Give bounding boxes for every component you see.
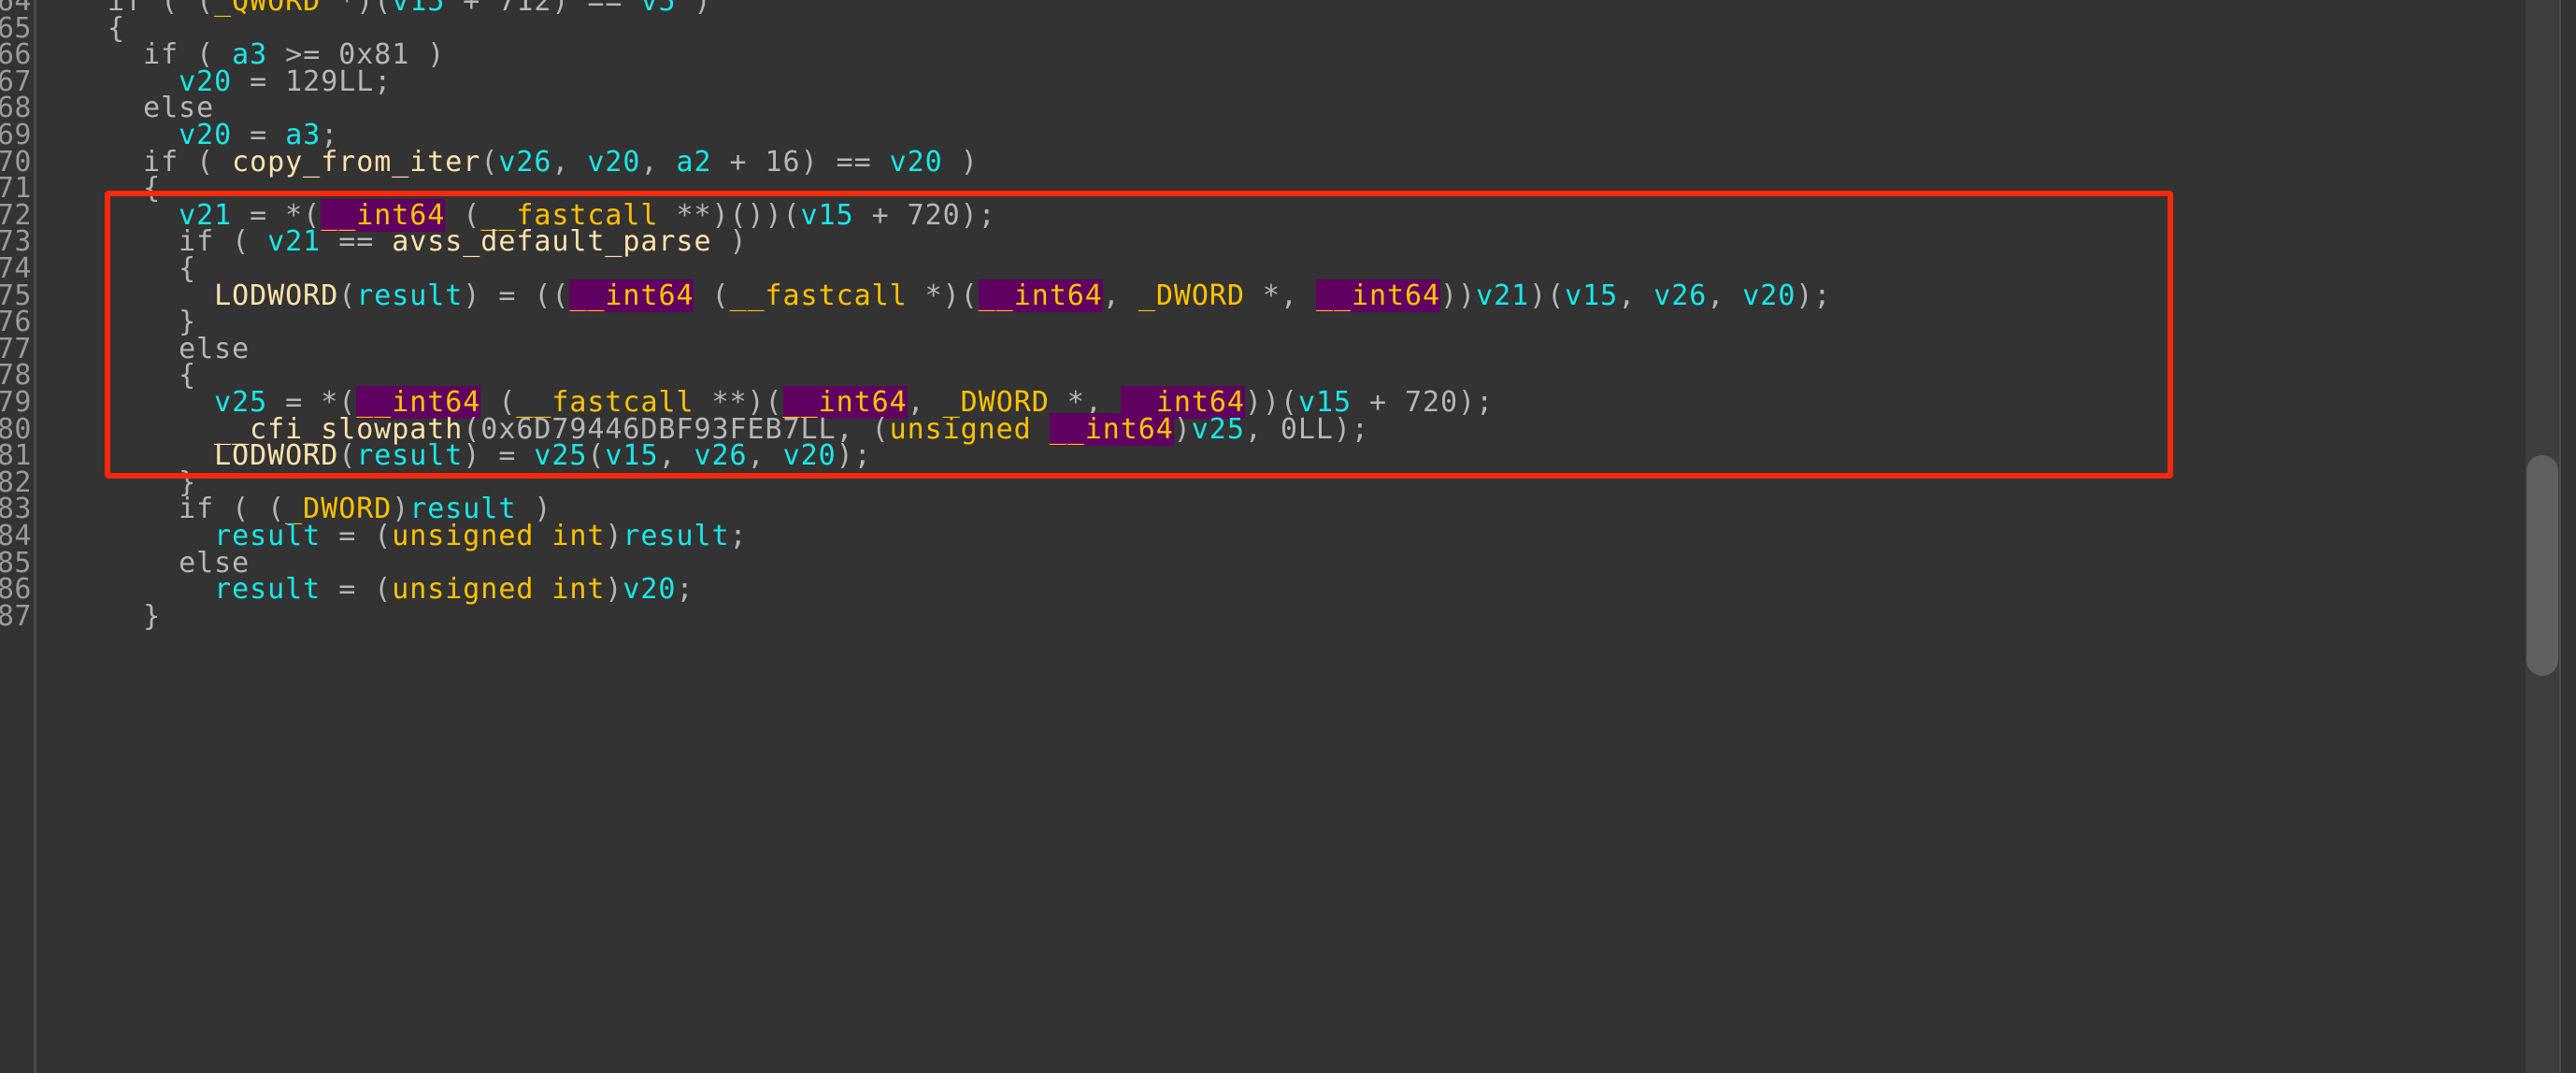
code-token: v20 — [782, 439, 837, 473]
code-token: v20 — [889, 145, 943, 179]
code-token: result — [356, 279, 464, 312]
code-token: v25 — [1191, 412, 1245, 446]
right-divider — [2559, 0, 2561, 1073]
code-token: avss_default_parse — [392, 225, 712, 259]
code-line[interactable]: LODWORD(result) = ((__int64 (__fastcall … — [36, 279, 1831, 312]
code-token: , — [747, 439, 783, 473]
code-token: )) — [1440, 279, 1477, 312]
code-token: ; — [676, 573, 694, 607]
code-token: = ( — [321, 520, 393, 552]
decompiler-pseudocode-window: if ( (_QWORD *)(v15 + 712) == v5 ) { if … — [0, 0, 2576, 1073]
vertical-scrollbar-thumb[interactable] — [2526, 455, 2558, 676]
code-token: a2 — [676, 145, 712, 179]
code-token: __int64 — [1315, 279, 1441, 312]
code-token: ( — [694, 279, 730, 312]
line-number-gutter: 64 65 66 67 68 69 70 71 72 73 74 75 76 77 78 79 80 81 82 83… — [0, 0, 34, 1073]
code-token: result — [214, 573, 322, 607]
code-token: v20 — [587, 145, 641, 179]
code-token: + 720); — [1351, 386, 1495, 419]
code-token: v15 — [1565, 279, 1619, 312]
code-token: v5 — [640, 0, 677, 18]
code-token: copy_from_iter — [232, 145, 481, 179]
code-token: , — [658, 439, 694, 473]
code-token: ( — [587, 439, 606, 473]
code-token: result — [623, 520, 730, 552]
code-token: __int64 — [1049, 412, 1174, 446]
code-token: = 129LL; — [232, 64, 393, 98]
code-token: ); — [836, 439, 872, 473]
code-token: , — [1102, 279, 1138, 312]
code-token: unsigned int — [392, 573, 606, 607]
right-margin — [2559, 0, 2576, 1073]
code-token: LODWORD — [214, 439, 339, 473]
code-token: ( — [338, 279, 357, 312]
code-token: ; — [729, 520, 748, 552]
code-token: result — [356, 439, 464, 473]
code-token: } — [36, 599, 162, 633]
code-token: == — [321, 225, 393, 259]
code-token: v21 — [267, 225, 322, 259]
code-token: v26 — [498, 145, 552, 179]
code-token: v15 — [392, 0, 446, 18]
code-token: __int64 — [569, 279, 694, 312]
code-token: unsigned int — [392, 520, 606, 552]
code-token: _QWORD — [214, 0, 322, 18]
code-token: )( — [1529, 279, 1566, 312]
code-token: _DWORD — [1138, 279, 1245, 312]
code-token: ) — [942, 145, 979, 179]
code-token: v26 — [694, 439, 748, 473]
code-token: , — [551, 145, 588, 179]
code-token: ) — [1173, 412, 1192, 446]
code-token: , — [1707, 279, 1743, 312]
code-token: ) — [676, 0, 712, 18]
code-token: ( — [480, 145, 499, 179]
code-token: + 16) == — [711, 145, 890, 179]
code-token: ) — [711, 225, 748, 259]
code-token: v26 — [1653, 279, 1708, 312]
code-token: + 712) == — [445, 0, 641, 18]
code-token: *)( — [907, 279, 979, 312]
code-token: ); — [1796, 279, 1832, 312]
code-token: ( — [338, 439, 357, 473]
line-number: 87 — [0, 599, 32, 633]
code-token: *)( — [321, 0, 393, 18]
code-token: , 0LL); — [1244, 412, 1369, 446]
code-token: v20 — [1742, 279, 1796, 312]
code-token: ) = — [463, 439, 535, 473]
code-line[interactable]: if ( copy_from_iter(v26, v20, a2 + 16) =… — [36, 148, 979, 177]
code-token: v20 — [623, 573, 677, 607]
code-token: v15 — [800, 198, 854, 232]
code-token: unsigned — [889, 412, 1032, 446]
gutter-divider — [34, 0, 36, 1073]
code-surface[interactable]: if ( (_QWORD *)(v15 + 712) == v5 ) { if … — [36, 0, 2524, 1073]
code-token: v25 — [534, 439, 588, 473]
code-token: *, — [1244, 279, 1316, 312]
code-token: v15 — [605, 439, 659, 473]
code-token: , — [1618, 279, 1654, 312]
code-line[interactable]: } — [36, 602, 161, 631]
code-token: __fastcall — [729, 279, 908, 312]
code-token: v21 — [1476, 279, 1530, 312]
vertical-scrollbar-track[interactable] — [2526, 0, 2559, 1073]
code-token: ) — [605, 573, 623, 607]
code-token: = ( — [321, 573, 393, 607]
code-token: , — [640, 145, 677, 179]
code-token: + 720); — [853, 198, 996, 232]
code-token: ) — [605, 520, 623, 552]
code-line[interactable]: if ( (_QWORD *)(v15 + 712) == v5 ) — [36, 0, 712, 16]
code-token: ) = (( — [463, 279, 570, 312]
code-token: __int64 — [978, 279, 1103, 312]
code-token: LODWORD — [214, 279, 339, 312]
